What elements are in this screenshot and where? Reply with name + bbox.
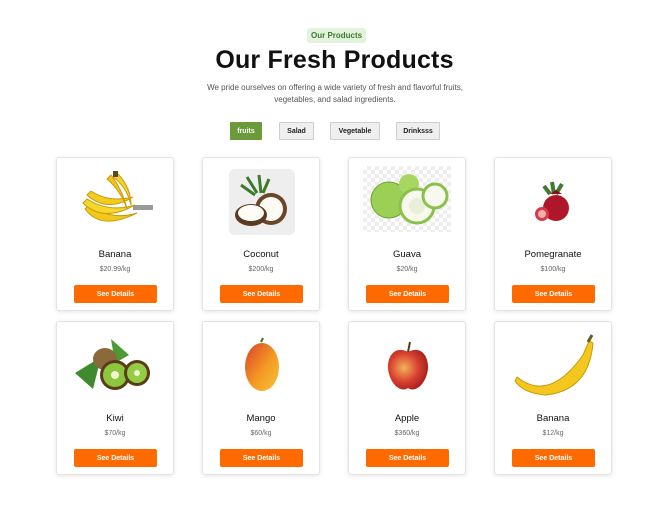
product-name: Kiwi [106,413,124,424]
product-name: Mango [246,413,276,424]
page-subtitle: We pride ourselves on offering a wide va… [207,83,463,104]
apple-image [363,330,453,402]
see-details-button[interactable]: See Details [220,449,303,467]
filter-fruits[interactable]: fruits [230,122,262,140]
product-price: $360/kg [394,430,420,437]
product-name: Guava [393,249,421,260]
product-price: $20/kg [396,266,418,273]
see-details-button[interactable]: See Details [74,285,157,303]
product-card-banana: Banana $20.99/kg See Details [56,157,174,311]
filter-drinks[interactable]: Drinksss [396,122,440,140]
product-price: $12/kg [542,430,564,437]
product-card-pomegranate: Pomegranate $100/kg See Details [494,157,612,311]
product-card-mango: Mango $60/kg See Details [202,321,320,475]
pomegranate-image [509,166,599,238]
see-details-button[interactable]: See Details [366,285,449,303]
product-card-kiwi: Kiwi $70/kg See Details [56,321,174,475]
kiwi-image [71,330,161,402]
product-price: $20.99/kg [99,266,131,273]
filter-vegetable[interactable]: Vegetable [330,122,380,140]
product-price: $200/kg [248,266,274,273]
mango-image [217,330,307,402]
product-name: Coconut [243,249,279,260]
see-details-button[interactable]: See Details [512,449,595,467]
guava-image [363,166,451,232]
product-price: $70/kg [104,430,126,437]
see-details-button[interactable]: See Details [366,449,449,467]
section-badge: Our Products [307,28,367,43]
product-card-guava: Guava $20/kg See Details [348,157,466,311]
product-card-banana-2: Banana $12/kg See Details [494,321,612,475]
product-card-apple: Apple $360/kg See Details [348,321,466,475]
product-name: Banana [536,413,570,424]
product-name: Banana [98,249,132,260]
see-details-button[interactable]: See Details [74,449,157,467]
banana-image [509,330,599,402]
see-details-button[interactable]: See Details [512,285,595,303]
product-name: Apple [394,413,420,424]
filter-salad[interactable]: Salad [279,122,314,140]
product-name: Pomegranate [524,249,582,260]
page-title: Our Fresh Products [215,46,454,74]
product-price: $60/kg [250,430,272,437]
product-price: $100/kg [540,266,566,273]
see-details-button[interactable]: See Details [220,285,303,303]
product-card-coconut: Coconut $200/kg See Details [202,157,320,311]
coconut-image [217,166,307,238]
banana-bunch-image [71,166,161,238]
